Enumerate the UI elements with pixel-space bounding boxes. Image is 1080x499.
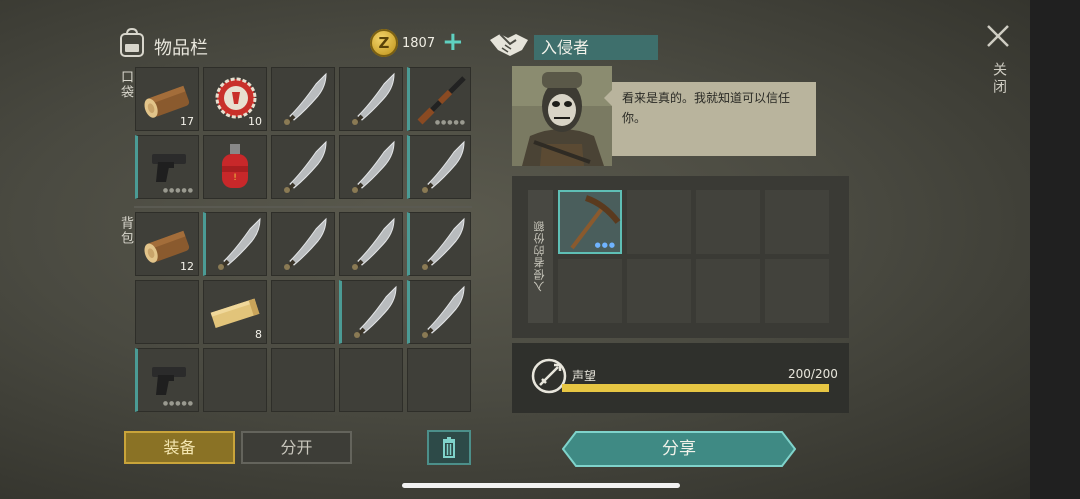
backpack-slot[interactable]: ●●●●● — [135, 348, 199, 412]
svg-text:!: ! — [233, 173, 237, 183]
reputation-value: 200/200 — [788, 367, 838, 381]
backpack-slot[interactable]: 12 — [135, 212, 199, 276]
close-label[interactable]: 关闭 — [989, 62, 1009, 96]
pocket-slot[interactable]: ●●●●● — [135, 135, 199, 199]
backpack-slot[interactable] — [339, 280, 403, 344]
pocket-slot[interactable]: ! — [203, 135, 267, 199]
backpack-slot[interactable] — [271, 280, 335, 344]
coin-count: 1807 — [402, 36, 436, 51]
item-count: 8 — [255, 328, 262, 341]
share-slot[interactable] — [558, 259, 622, 323]
backpack-label: 背包 — [118, 216, 133, 246]
backpack-slot[interactable]: 8 — [203, 280, 267, 344]
home-indicator — [402, 483, 680, 488]
item-count: 12 — [180, 260, 194, 273]
share-slot[interactable] — [627, 190, 691, 254]
backpack-slot[interactable] — [407, 348, 471, 412]
backpack-icon — [120, 28, 144, 57]
pocket-slot[interactable] — [407, 135, 471, 199]
handshake-icon — [490, 33, 528, 56]
reputation-bar — [562, 384, 829, 392]
inventory-title: 物品栏 — [154, 38, 208, 59]
share-slot[interactable] — [627, 259, 691, 323]
section-divider — [134, 206, 472, 208]
share-slot[interactable] — [696, 190, 760, 254]
share-slot[interactable]: ●●● — [558, 190, 622, 254]
backpack-slot[interactable] — [339, 348, 403, 412]
coin-icon: Z — [370, 29, 398, 57]
durability-dots: ●●●●● — [162, 187, 194, 194]
equip-button[interactable]: 装备 — [124, 431, 235, 464]
backpack-slot[interactable] — [135, 280, 199, 344]
split-button[interactable]: 分开 — [241, 431, 352, 464]
backpack-slot[interactable] — [339, 212, 403, 276]
share-slot[interactable] — [765, 259, 829, 323]
trash-icon — [443, 437, 455, 458]
share-slot[interactable] — [696, 259, 760, 323]
item-count: 17 — [180, 115, 194, 128]
add-coins-button[interactable]: + — [442, 28, 464, 56]
trash-button[interactable] — [427, 430, 471, 465]
right-edge-panel — [1030, 0, 1080, 499]
intruder-portrait — [512, 66, 612, 166]
backpack-slot[interactable] — [203, 212, 267, 276]
backpack-slot[interactable] — [203, 348, 267, 412]
pocket-slot[interactable] — [271, 135, 335, 199]
pocket-slot[interactable]: 10 — [203, 67, 267, 131]
durability-dots: ●●● — [594, 241, 616, 249]
pocket-slot[interactable] — [339, 67, 403, 131]
pocket-slot[interactable] — [271, 67, 335, 131]
pocket-label: 口袋 — [118, 70, 133, 100]
pocket-slot[interactable]: 17 — [135, 67, 199, 131]
share-button-label[interactable]: 分享 — [562, 431, 796, 467]
reputation-bar-fill — [562, 384, 829, 392]
pocket-slot[interactable] — [339, 135, 403, 199]
durability-dots: ●●●●● — [434, 119, 466, 126]
close-icon[interactable] — [984, 22, 1012, 50]
intruder-speech-bubble: 看来是真的。我就知道可以信任你。 — [604, 82, 816, 156]
durability-dots: ●●●●● — [162, 400, 194, 407]
pocket-slot[interactable]: ●●●●● — [407, 67, 471, 131]
reputation-label: 声望 — [572, 369, 597, 383]
share-slot[interactable] — [765, 190, 829, 254]
backpack-slot[interactable] — [271, 212, 335, 276]
intruder-tab: 入侵者 — [534, 35, 658, 60]
inventory-header: 物品栏 Z 1807 + — [118, 26, 474, 62]
backpack-slot[interactable] — [407, 280, 471, 344]
backpack-slot[interactable] — [271, 348, 335, 412]
intruder-share-label: 入侵者的份额 — [533, 220, 546, 292]
backpack-slot[interactable] — [407, 212, 471, 276]
item-count: 10 — [248, 115, 262, 128]
